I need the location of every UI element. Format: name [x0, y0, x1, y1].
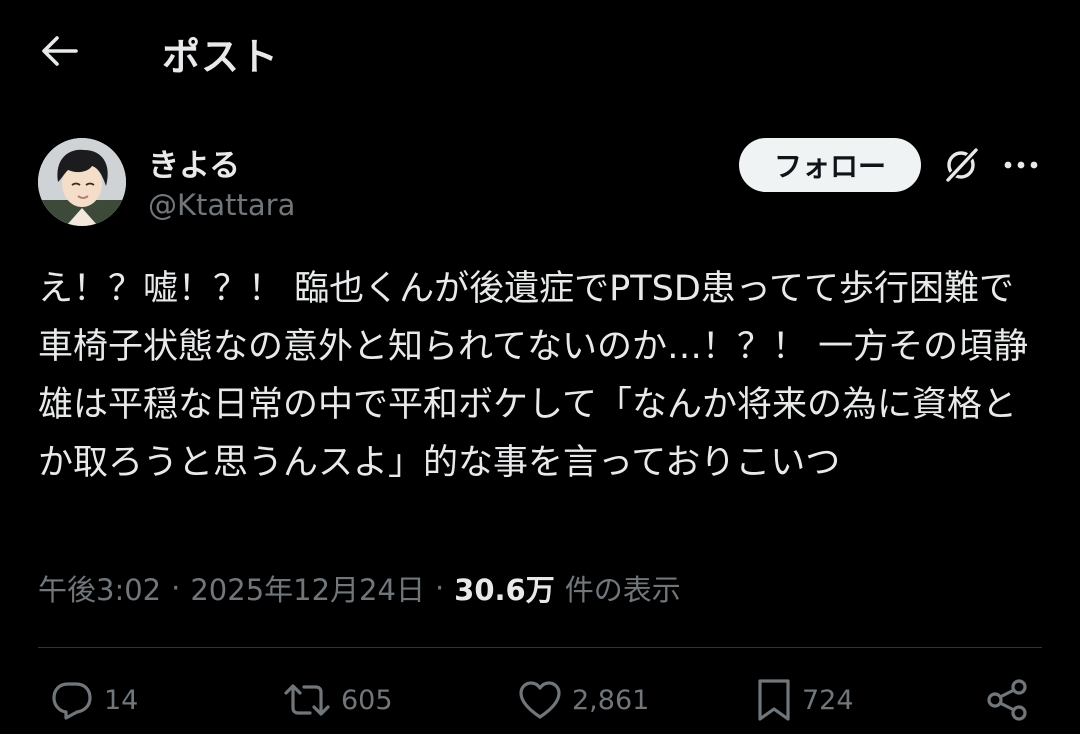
share-icon [987, 679, 1027, 721]
reply-button[interactable]: 14 [50, 674, 138, 726]
avatar-image [38, 138, 126, 226]
heart-icon [519, 681, 561, 719]
views-count[interactable]: 30.6万 [454, 567, 555, 609]
avatar[interactable] [38, 138, 126, 226]
reply-count: 14 [104, 684, 139, 716]
repost-icon [284, 684, 330, 716]
more-horizontal-icon [1004, 161, 1038, 169]
tweet-text: え！？嘘！？！ 臨也くんが後遺症でPTSD患ってて歩行困難で車椅子状態なの意外と… [38, 269, 1029, 483]
divider [38, 647, 1042, 648]
page-title: ポスト [162, 35, 280, 79]
bookmark-icon [758, 679, 790, 721]
tweet-date[interactable]: 2025年12月24日 [190, 567, 425, 609]
author-display-name[interactable]: きよる [148, 140, 240, 185]
repost-count: 605 [341, 684, 393, 716]
grok-button[interactable] [938, 142, 984, 188]
share-button[interactable] [984, 674, 1030, 726]
reply-icon [52, 682, 92, 720]
author-handle[interactable]: @Ktattara [148, 188, 295, 222]
like-button[interactable]: 2,861 [518, 674, 649, 726]
grok-icon [944, 146, 980, 184]
arrow-left-icon [42, 36, 78, 66]
top-bar: ポスト [0, 0, 1080, 100]
meta-separator: · [434, 571, 445, 605]
more-button[interactable] [998, 142, 1044, 188]
follow-button[interactable]: フォロー [739, 138, 921, 192]
author-row: きよる @Ktattara フォロー [0, 130, 1080, 240]
back-button[interactable] [36, 28, 82, 74]
repost-button[interactable]: 605 [283, 674, 393, 726]
action-bar: 14 605 2,861 724 [0, 668, 1080, 734]
bookmark-count: 724 [802, 684, 854, 716]
meta-separator: · [171, 571, 181, 605]
like-count: 2,861 [572, 684, 650, 716]
post-page: ポスト きよる @Ktattara フォロー え！？嘘！？！ 臨也くんが後遺症で… [0, 0, 1080, 734]
bookmark-button[interactable]: 724 [756, 674, 854, 726]
tweet-meta: 午後3:02 · 2025年12月24日 · 30.6万 件の表示 [38, 566, 681, 610]
views-label: 件の表示 [564, 573, 681, 607]
tweet-time[interactable]: 午後3:02 [38, 567, 161, 609]
